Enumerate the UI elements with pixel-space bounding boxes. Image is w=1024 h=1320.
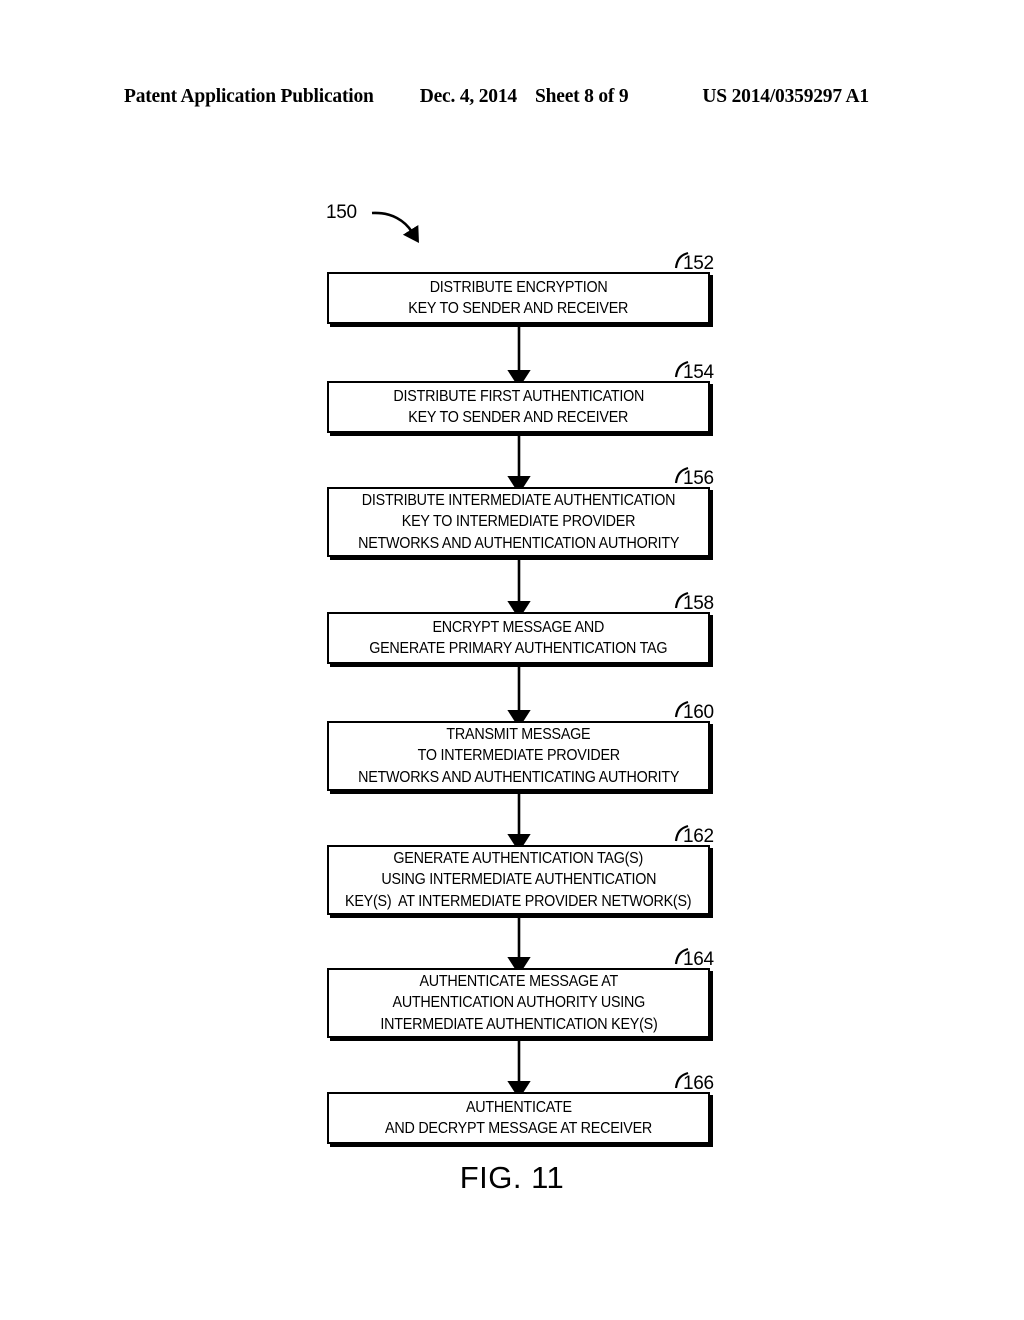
- reference-numeral-152: 152: [683, 253, 714, 274]
- figure-caption: FIG. 11: [459, 1160, 565, 1195]
- flow-step-154: DISTRIBUTE FIRST AUTHENTICATION KEY TO S…: [327, 381, 710, 433]
- reference-numeral-162: 162: [683, 826, 714, 847]
- diagram-reference-150: 150: [326, 202, 357, 223]
- flow-step-156: DISTRIBUTE INTERMEDIATE AUTHENTICATION K…: [327, 487, 710, 557]
- flow-step-152-line-1: DISTRIBUTE ENCRYPTION: [429, 278, 608, 296]
- reference-numeral-156: 156: [683, 468, 714, 489]
- flow-step-164-line-1: AUTHENTICATE MESSAGE AT: [419, 972, 618, 990]
- flow-step-166: AUTHENTICATE AND DECRYPT MESSAGE AT RECE…: [327, 1092, 710, 1144]
- reference-numeral-154: 154: [683, 362, 714, 383]
- flow-step-166-line-2: AND DECRYPT MESSAGE AT RECEIVER: [385, 1120, 652, 1137]
- flow-step-160-line-1: TRANSMIT MESSAGE: [446, 725, 591, 743]
- flow-step-156-line-3: NETWORKS AND AUTHENTICATION AUTHORITY: [357, 534, 680, 552]
- flow-step-154-line-2: KEY TO SENDER AND RECEIVER: [408, 409, 629, 426]
- flow-step-158-line-2: GENERATE PRIMARY AUTHENTICATION TAG: [369, 640, 668, 657]
- flow-step-152: DISTRIBUTE ENCRYPTION KEY TO SENDER AND …: [327, 272, 710, 324]
- flow-step-158: ENCRYPT MESSAGE AND GENERATE PRIMARY AUT…: [327, 612, 710, 664]
- flow-step-162-line-1: GENERATE AUTHENTICATION TAG(S): [393, 849, 644, 867]
- reference-numeral-166: 166: [683, 1073, 714, 1094]
- flow-step-158-line-1: ENCRYPT MESSAGE AND: [432, 618, 605, 636]
- flow-step-166-line-1: AUTHENTICATE: [465, 1098, 572, 1116]
- flow-step-154-line-1: DISTRIBUTE FIRST AUTHENTICATION: [393, 387, 644, 405]
- flow-step-156-line-2: KEY TO INTERMEDIATE PROVIDER: [401, 513, 636, 531]
- flow-step-162-line-2: USING INTERMEDIATE AUTHENTICATION: [381, 871, 656, 889]
- flow-step-160: TRANSMIT MESSAGE TO INTERMEDIATE PROVIDE…: [327, 721, 710, 791]
- patent-figure: 150 DISTRIBUTE ENCRYPTION KEY TO SENDER …: [0, 0, 1024, 1320]
- flow-step-162: GENERATE AUTHENTICATION TAG(S) USING INT…: [327, 845, 710, 915]
- flow-step-164-line-2: AUTHENTICATION AUTHORITY USING: [392, 994, 645, 1012]
- flow-step-164: AUTHENTICATE MESSAGE AT AUTHENTICATION A…: [327, 968, 710, 1038]
- reference-numeral-164: 164: [683, 949, 714, 970]
- flow-step-160-line-2: TO INTERMEDIATE PROVIDER: [417, 747, 620, 765]
- reference-numeral-158: 158: [683, 593, 714, 614]
- flow-step-152-line-2: KEY TO SENDER AND RECEIVER: [408, 300, 629, 317]
- flow-step-162-line-3: KEY(S) AT INTERMEDIATE PROVIDER NETWORK(…: [345, 892, 692, 910]
- flow-step-164-line-3: INTERMEDIATE AUTHENTICATION KEY(S): [379, 1015, 658, 1033]
- flow-step-156-line-1: DISTRIBUTE INTERMEDIATE AUTHENTICATION: [361, 491, 676, 509]
- flow-step-160-line-3: NETWORKS AND AUTHENTICATING AUTHORITY: [357, 768, 680, 786]
- reference-numeral-160: 160: [683, 702, 714, 723]
